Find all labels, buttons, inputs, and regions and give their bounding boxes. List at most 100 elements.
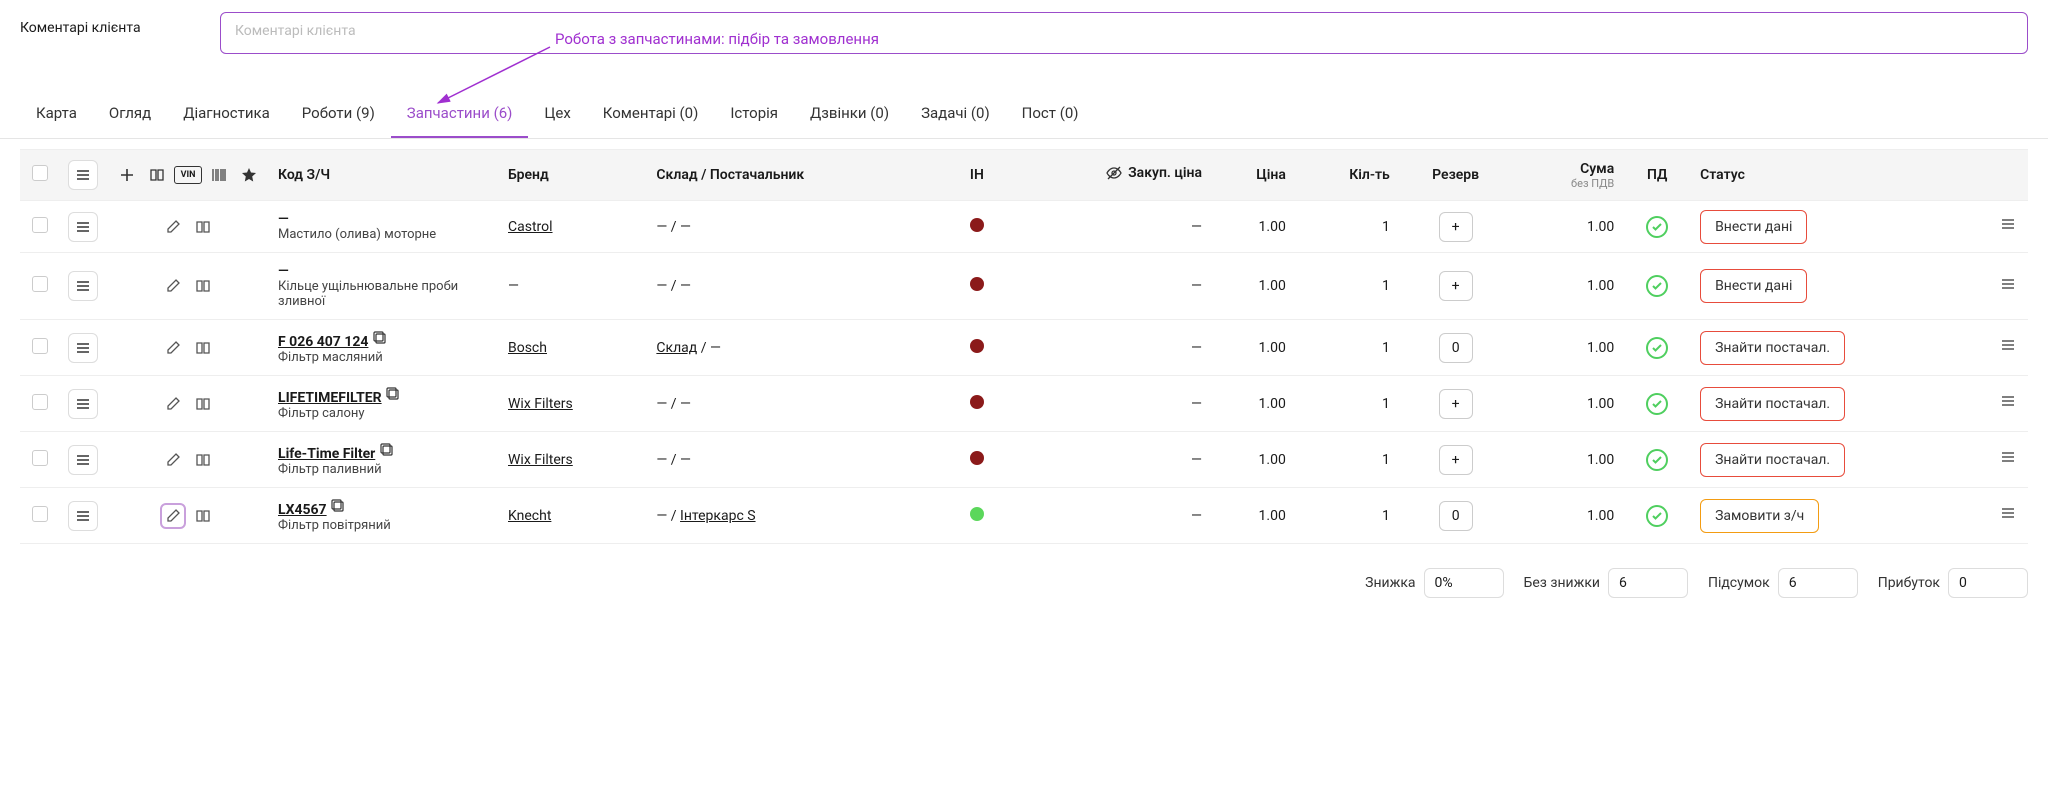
row-checkbox[interactable] (32, 338, 48, 354)
row-checkbox[interactable] (32, 394, 48, 410)
catalog-icon[interactable] (190, 214, 216, 240)
copy-icon[interactable] (330, 502, 346, 518)
edit-icon[interactable] (160, 335, 186, 361)
check-badge[interactable] (1646, 216, 1668, 238)
status-button[interactable]: Знайти постачал. (1700, 331, 1845, 365)
reserve-button[interactable]: + (1439, 271, 1473, 301)
tab-1[interactable]: Огляд (93, 90, 167, 138)
brand-link[interactable]: Wix Filters (508, 396, 573, 412)
check-badge[interactable] (1646, 449, 1668, 471)
col-in[interactable]: ІН (949, 150, 1004, 201)
status-dot (970, 451, 984, 465)
row-actions-icon[interactable] (1996, 389, 2020, 418)
row-menu-button[interactable] (68, 271, 98, 301)
status-button[interactable]: Знайти постачал. (1700, 443, 1845, 477)
profit-input[interactable]: 0 (1948, 568, 2028, 598)
col-code[interactable]: Код З/Ч (270, 150, 500, 201)
row-actions-icon[interactable] (1996, 272, 2020, 301)
brand-link[interactable]: Wix Filters (508, 452, 573, 468)
row-menu-button[interactable] (68, 389, 98, 419)
col-price[interactable]: Ціна (1210, 150, 1294, 201)
status-button[interactable]: Внести дані (1700, 210, 1807, 244)
row-menu-button[interactable] (68, 501, 98, 531)
tab-10[interactable]: Пост (0) (1006, 90, 1095, 138)
copy-icon[interactable] (372, 334, 388, 350)
catalog-icon[interactable] (190, 273, 216, 299)
copy-icon[interactable] (379, 446, 395, 462)
vin-icon[interactable]: VIN (174, 166, 202, 184)
row-actions-icon[interactable] (1996, 333, 2020, 362)
add-icon[interactable] (114, 162, 140, 188)
tab-9[interactable]: Задачі (0) (905, 90, 1006, 138)
select-all-checkbox[interactable] (32, 165, 48, 181)
status-button[interactable]: Внести дані (1700, 269, 1807, 303)
row-actions-icon[interactable] (1996, 501, 2020, 530)
tab-0[interactable]: Карта (20, 90, 93, 138)
copy-icon[interactable] (385, 390, 401, 406)
tab-8[interactable]: Дзвінки (0) (794, 90, 905, 138)
col-reserve[interactable]: Резерв (1398, 150, 1514, 201)
brand-link[interactable]: Bosch (508, 340, 547, 356)
row-menu-button[interactable] (68, 445, 98, 475)
annotation-text: Робота з запчастинами: підбір та замовле… (555, 30, 879, 48)
col-pd[interactable]: ПД (1622, 150, 1692, 201)
tab-6[interactable]: Коментарі (0) (587, 90, 715, 138)
row-checkbox[interactable] (32, 217, 48, 233)
part-description: Фільтр масляний (278, 350, 492, 365)
supplier-link[interactable]: Інтеркарс S (680, 508, 756, 524)
part-code-link[interactable]: Life-Time Filter (278, 446, 375, 462)
row-checkbox[interactable] (32, 450, 48, 466)
tab-3[interactable]: Роботи (9) (286, 90, 391, 138)
col-brand[interactable]: Бренд (500, 150, 648, 201)
catalog-icon[interactable] (144, 162, 170, 188)
row-actions-icon[interactable] (1996, 212, 2020, 241)
check-badge[interactable] (1646, 275, 1668, 297)
reserve-button[interactable]: + (1439, 212, 1473, 242)
part-code-link[interactable]: LIFETIMEFILTER (278, 390, 382, 406)
edit-icon[interactable] (160, 273, 186, 299)
catalog-icon[interactable] (190, 447, 216, 473)
reserve-button[interactable]: 0 (1439, 501, 1473, 531)
warehouse-link[interactable]: Склад (656, 340, 697, 356)
tab-2[interactable]: Діагностика (167, 90, 286, 138)
discount-input[interactable]: 0% (1424, 568, 1504, 598)
purchase-price: — (1004, 432, 1210, 488)
col-status[interactable]: Статус (1692, 150, 1988, 201)
check-badge[interactable] (1646, 505, 1668, 527)
row-checkbox[interactable] (32, 506, 48, 522)
check-badge[interactable] (1646, 337, 1668, 359)
profit-label: Прибуток (1878, 575, 1940, 591)
edit-icon[interactable] (160, 447, 186, 473)
catalog-icon[interactable] (190, 391, 216, 417)
catalog-icon[interactable] (190, 503, 216, 529)
tab-7[interactable]: Історія (714, 90, 794, 138)
col-purchase[interactable]: Закуп. ціна (1004, 150, 1210, 201)
brand-link[interactable]: Castrol (508, 219, 553, 235)
col-qty[interactable]: Кіл-ть (1294, 150, 1398, 201)
star-icon[interactable] (236, 162, 262, 188)
row-menu-button[interactable] (68, 212, 98, 242)
reserve-button[interactable]: + (1439, 389, 1473, 419)
header-menu-button[interactable] (68, 160, 98, 190)
col-supplier[interactable]: Склад / Постачальник (648, 150, 949, 201)
barcode-icon[interactable] (206, 162, 232, 188)
reserve-button[interactable]: 0 (1439, 333, 1473, 363)
part-code-link[interactable]: F 026 407 124 (278, 334, 368, 350)
edit-icon[interactable] (160, 503, 186, 529)
status-button[interactable]: Замовити з/ч (1700, 499, 1819, 533)
part-code-link[interactable]: LX4567 (278, 502, 327, 518)
row-menu-button[interactable] (68, 333, 98, 363)
row-checkbox[interactable] (32, 276, 48, 292)
no-discount-input[interactable]: 6 (1608, 568, 1688, 598)
check-badge[interactable] (1646, 393, 1668, 415)
brand-link[interactable]: Knecht (508, 508, 551, 524)
subtotal-input[interactable]: 6 (1778, 568, 1858, 598)
col-sum[interactable]: Сума без ПДВ (1513, 150, 1622, 201)
status-button[interactable]: Знайти постачал. (1700, 387, 1845, 421)
edit-icon[interactable] (160, 214, 186, 240)
row-actions-icon[interactable] (1996, 445, 2020, 474)
edit-icon[interactable] (160, 391, 186, 417)
table-row: — Мастило (олива) моторне Castrol — / — … (20, 201, 2028, 253)
catalog-icon[interactable] (190, 335, 216, 361)
reserve-button[interactable]: + (1439, 445, 1473, 475)
